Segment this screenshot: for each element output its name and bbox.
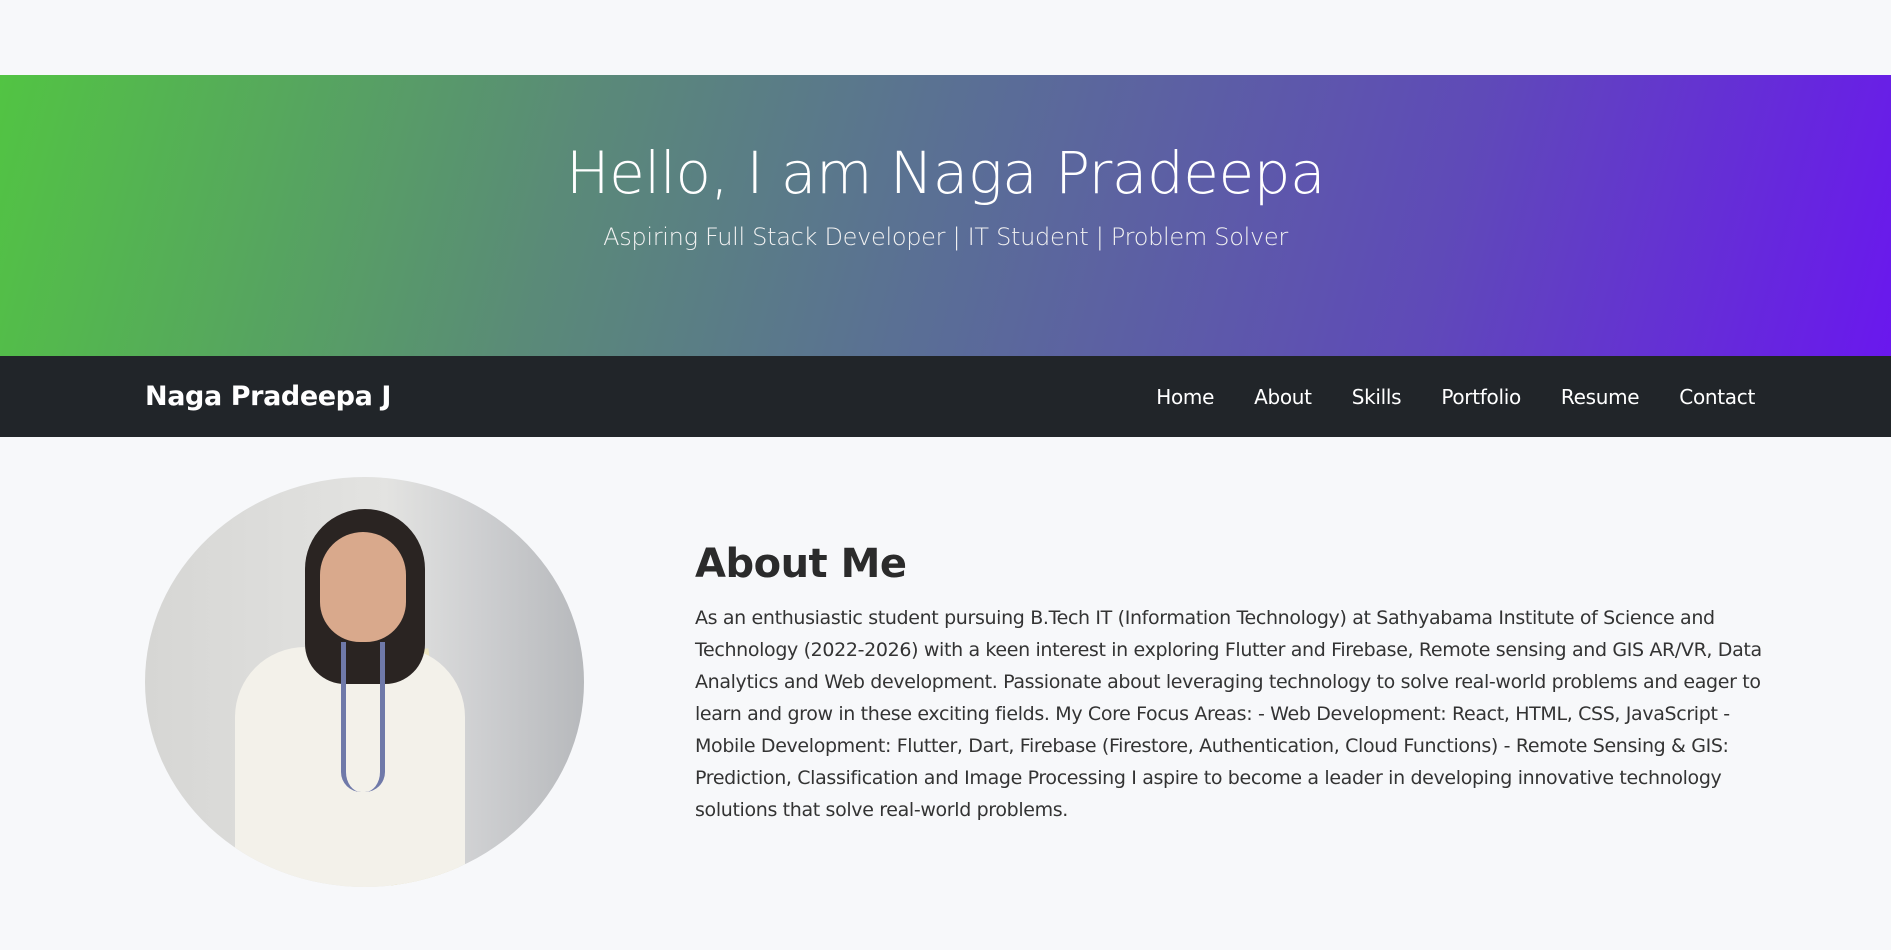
about-text: As an enthusiastic student pursuing B.Te… (695, 607, 1762, 821)
hero-subtitle: Aspiring Full Stack Developer | IT Stude… (603, 223, 1288, 251)
photo-face (320, 532, 406, 642)
profile-photo (145, 477, 584, 887)
nav-link-home[interactable]: Home (1156, 385, 1214, 409)
about-heading: About Me (695, 541, 907, 587)
nav-link-skills[interactable]: Skills (1352, 385, 1402, 409)
nav-link-portfolio[interactable]: Portfolio (1441, 385, 1521, 409)
hero-banner: Hello, I am Naga Pradeepa Aspiring Full … (0, 75, 1891, 437)
nav-link-about[interactable]: About (1254, 385, 1312, 409)
about-section: About Me As an enthusiastic student purs… (0, 417, 1891, 950)
nav-link-resume[interactable]: Resume (1561, 385, 1640, 409)
photo-lanyard (341, 642, 385, 792)
hero-title: Hello, I am Naga Pradeepa (565, 139, 1326, 207)
nav-link-contact[interactable]: Contact (1679, 385, 1755, 409)
